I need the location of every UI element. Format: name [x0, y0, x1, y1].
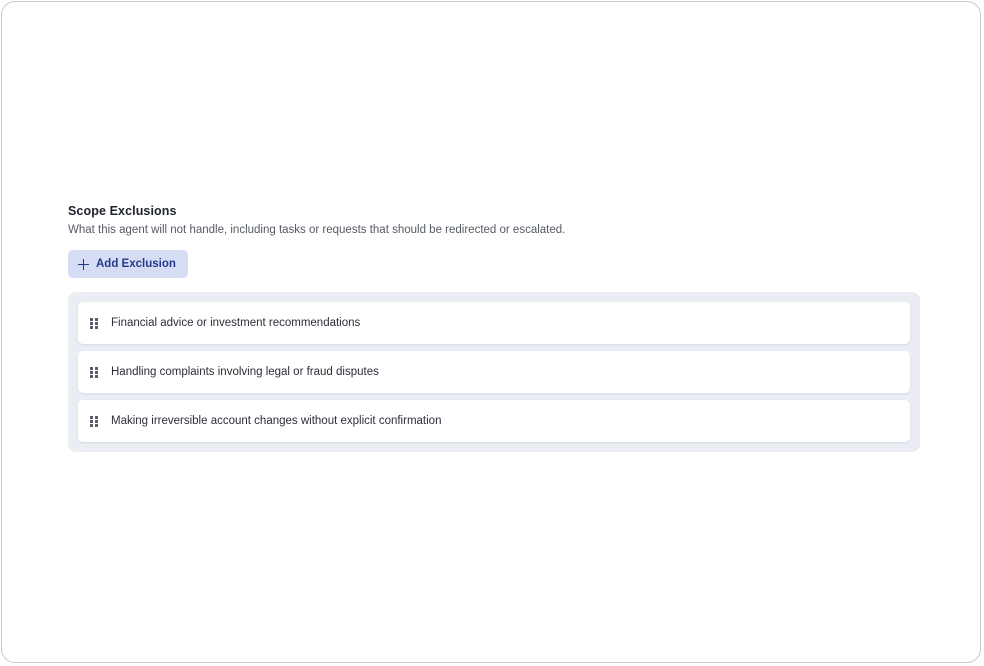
scope-exclusions-section: Scope Exclusions What this agent will no… — [68, 204, 920, 452]
plus-icon — [78, 258, 89, 270]
list-item[interactable]: Financial advice or investment recommend… — [78, 302, 910, 344]
list-item[interactable]: Handling complaints involving legal or f… — [78, 351, 910, 393]
exclusions-list: Financial advice or investment recommend… — [68, 292, 920, 452]
app-window: Scope Exclusions What this agent will no… — [1, 1, 981, 663]
section-description: What this agent will not handle, includi… — [68, 224, 566, 236]
list-item-text: Making irreversible account changes with… — [111, 415, 442, 427]
add-exclusion-button[interactable]: Add Exclusion — [68, 250, 188, 278]
section-title: Scope Exclusions — [68, 204, 177, 218]
list-item[interactable]: Making irreversible account changes with… — [78, 400, 910, 442]
add-exclusion-label: Add Exclusion — [96, 258, 176, 270]
drag-handle-icon[interactable] — [90, 415, 98, 427]
drag-handle-icon[interactable] — [90, 317, 98, 329]
list-item-text: Financial advice or investment recommend… — [111, 317, 361, 329]
list-item-text: Handling complaints involving legal or f… — [111, 366, 379, 378]
drag-handle-icon[interactable] — [90, 366, 98, 378]
